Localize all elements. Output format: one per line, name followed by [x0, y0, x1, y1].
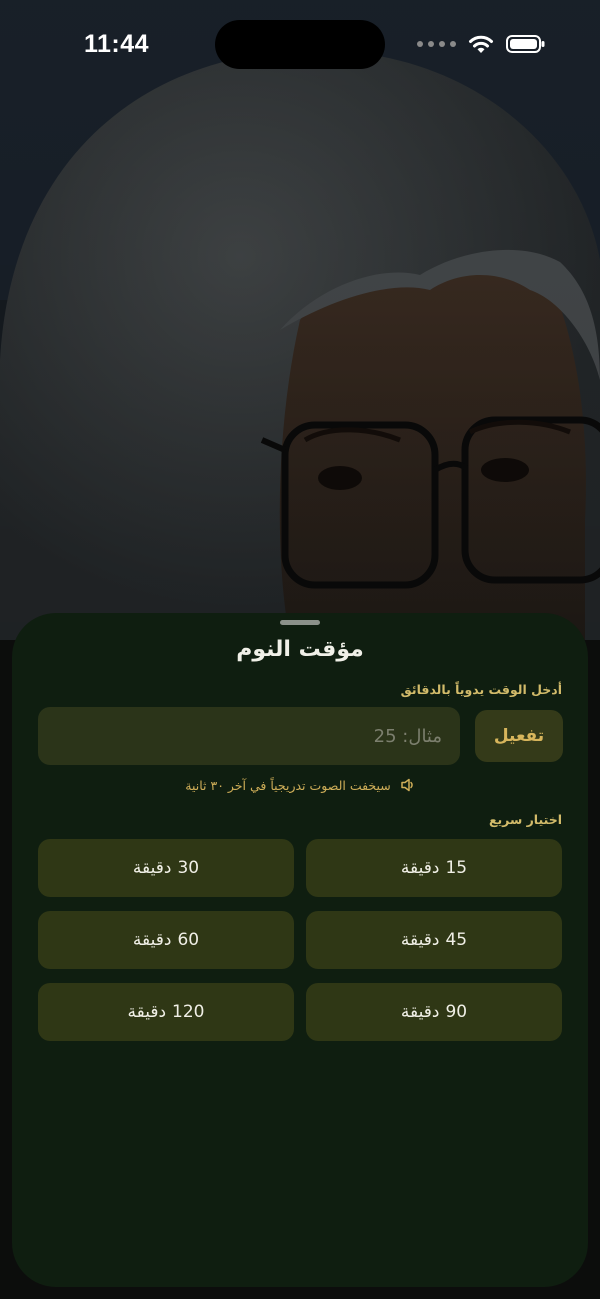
status-time: 11:44: [84, 30, 150, 58]
quick-select-label: اختيار سريع: [488, 812, 562, 827]
sheet-grabber[interactable]: [280, 620, 320, 625]
quick-option-minutes: 60: [177, 930, 200, 950]
minutes-input[interactable]: [38, 707, 460, 765]
app-screen: 11:44 مؤقت النوم أدخل الوقت يدوياً بالدق…: [0, 0, 600, 1299]
sheet-title: مؤقت النوم: [236, 637, 364, 662]
status-icons: [417, 33, 546, 55]
quick-option-unit: دقيقة: [132, 858, 172, 878]
quick-option-45[interactable]: 45 دقيقة: [306, 911, 562, 969]
quick-option-unit: دقيقة: [400, 1002, 440, 1022]
fade-note-text: سيخفت الصوت تدريجياً في آخر ٣٠ ثانية: [185, 777, 391, 793]
quick-option-unit: دقيقة: [127, 1002, 167, 1022]
quick-option-15[interactable]: 15 دقيقة: [306, 839, 562, 897]
signal-dots-icon: [417, 41, 456, 47]
quick-option-unit: دقيقة: [132, 930, 172, 950]
quick-option-minutes: 45: [445, 930, 468, 950]
wifi-icon: [469, 35, 493, 53]
dynamic-island: [215, 20, 385, 69]
speaker-icon: [401, 778, 413, 792]
status-bar: 11:44: [0, 0, 600, 90]
activate-button[interactable]: تفعيل: [475, 710, 563, 762]
quick-option-120[interactable]: 120 دقيقة: [38, 983, 294, 1041]
quick-option-60[interactable]: 60 دقيقة: [38, 911, 294, 969]
quick-option-30[interactable]: 30 دقيقة: [38, 839, 294, 897]
quick-option-minutes: 90: [445, 1002, 468, 1022]
quick-option-minutes: 120: [172, 1002, 205, 1022]
battery-icon: [506, 35, 545, 53]
quick-option-unit: دقيقة: [400, 858, 440, 878]
fade-note: سيخفت الصوت تدريجياً في آخر ٣٠ ثانية: [12, 777, 588, 793]
quick-option-minutes: 15: [445, 858, 468, 878]
quick-select-grid: 15 دقيقة 30 دقيقة 45 دقيقة 60 دقيقة 90 د…: [38, 839, 562, 1041]
sleep-timer-sheet: مؤقت النوم أدخل الوقت يدوياً بالدقائق تف…: [12, 613, 588, 1287]
manual-input-label: أدخل الوقت يدوياً بالدقائق: [400, 682, 562, 697]
quick-option-minutes: 30: [177, 858, 200, 878]
quick-option-90[interactable]: 90 دقيقة: [306, 983, 562, 1041]
quick-option-unit: دقيقة: [400, 930, 440, 950]
